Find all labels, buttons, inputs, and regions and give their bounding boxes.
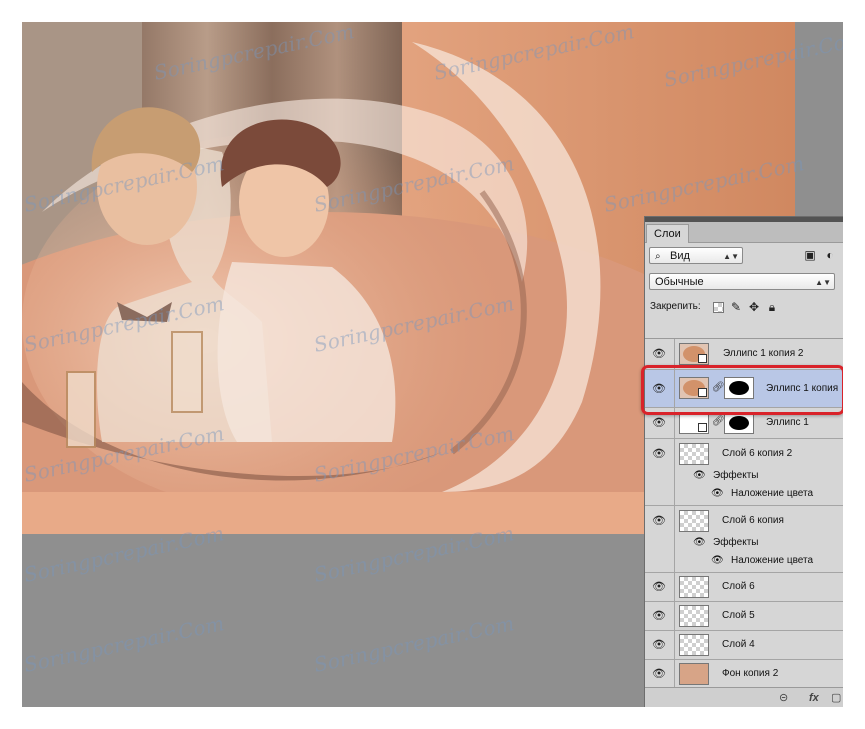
layer-row[interactable]: 👁︎ Слой 4 xyxy=(645,631,843,660)
vector-badge-icon xyxy=(698,354,707,363)
layer-thumbnail xyxy=(679,343,709,365)
layer-name: Слой 5 xyxy=(722,610,755,621)
watermark: Soringpcrepair.Com xyxy=(22,611,227,677)
layers-panel: Слои ⌕ Вид ▲▼ ▣ ◐ Обычные ▲▼ Закрепить: … xyxy=(644,216,843,707)
lock-all-icon[interactable]: 🔒︎ xyxy=(765,300,779,314)
divider xyxy=(674,660,675,688)
effects-label: Эффекты xyxy=(713,537,759,548)
eye-icon[interactable]: 👁︎ xyxy=(649,416,669,430)
layer-row[interactable]: 👁︎ Слой 6 копия 2 👁︎ Эффекты 👁︎ Наложени… xyxy=(645,439,843,506)
layer-name: Слой 6 копия xyxy=(722,515,784,526)
watermark: Soringpcrepair.Com xyxy=(311,611,517,677)
divider xyxy=(674,370,675,407)
eye-icon[interactable]: 👁︎ xyxy=(693,469,706,483)
eye-icon[interactable]: 👁︎ xyxy=(649,514,669,528)
divider xyxy=(674,408,675,438)
tab-layers[interactable]: Слои xyxy=(646,224,689,243)
layer-filter-select[interactable]: ⌕ Вид ▲▼ xyxy=(649,247,743,264)
eye-icon[interactable]: 👁︎ xyxy=(693,536,706,550)
eye-icon[interactable]: 👁︎ xyxy=(649,382,669,396)
blend-mode-select[interactable]: Обычные ▲▼ xyxy=(649,273,835,290)
eye-icon[interactable]: 👁︎ xyxy=(649,580,669,594)
vector-badge-icon xyxy=(698,423,707,432)
panel-tab-bar: Слои xyxy=(645,222,843,243)
mask-shape xyxy=(729,416,749,430)
layer-name: Слой 6 копия 2 xyxy=(722,448,793,459)
vector-badge-icon xyxy=(698,388,707,397)
effects-label: Эффекты xyxy=(713,470,759,481)
fx-icon[interactable]: fx xyxy=(809,690,819,706)
layer-name: Эллипс 1 копия xyxy=(766,383,839,394)
layer-row[interactable]: 👁︎ Слой 6 xyxy=(645,573,843,602)
effect-name: Наложение цвета xyxy=(731,555,814,566)
filter-label: Вид xyxy=(670,250,690,262)
layer-thumbnail xyxy=(679,605,709,627)
lock-row: Закрепить: ✎ ✥ 🔒︎ xyxy=(645,295,843,321)
eye-icon[interactable]: 👁︎ xyxy=(649,347,669,361)
divider xyxy=(674,573,675,601)
eye-icon[interactable]: 👁︎ xyxy=(711,554,724,568)
layer-thumbnail xyxy=(679,443,709,465)
layers-list: 👁︎ Эллипс 1 копия 2 👁︎ 🔗︎ Эллипс 1 копия… xyxy=(645,338,843,689)
link-icon[interactable]: 🔗︎ xyxy=(712,416,725,427)
lock-move-icon[interactable]: ✥ xyxy=(747,300,761,314)
layer-row[interactable]: 👁︎ Фон копия 2 xyxy=(645,660,843,689)
layer-thumbnail xyxy=(679,377,709,399)
mask-thumbnail[interactable] xyxy=(724,377,754,399)
divider xyxy=(674,506,675,572)
blend-row: Обычные ▲▼ xyxy=(645,269,843,295)
lock-transparent-icon[interactable] xyxy=(713,302,724,313)
panel-bottom-bar: ⊝ fx ▢ xyxy=(645,687,843,707)
image-filter-icon[interactable]: ▣ xyxy=(803,248,817,262)
search-icon: ⌕ xyxy=(655,251,661,262)
layer-row[interactable]: 👁︎ Слой 6 копия 👁︎ Эффекты 👁︎ Наложение … xyxy=(645,506,843,573)
divider xyxy=(674,439,675,505)
chevron-updown-icon: ▲▼ xyxy=(815,278,831,287)
eye-icon[interactable]: 👁︎ xyxy=(649,609,669,623)
chevron-updown-icon: ▲▼ xyxy=(723,252,739,261)
eye-icon[interactable]: 👁︎ xyxy=(649,667,669,681)
layer-row[interactable]: 👁︎ Эллипс 1 копия 2 xyxy=(645,339,843,370)
mask-shape xyxy=(729,381,749,395)
layer-name: Слой 4 xyxy=(722,639,755,650)
filter-row: ⌕ Вид ▲▼ ▣ ◐ xyxy=(645,243,843,269)
layer-row-selected[interactable]: 👁︎ 🔗︎ Эллипс 1 копия xyxy=(645,370,843,408)
mask-icon[interactable]: ▢ xyxy=(831,690,841,706)
layer-thumbnail xyxy=(679,576,709,598)
eye-icon[interactable]: 👁︎ xyxy=(711,487,724,501)
layer-thumbnail xyxy=(679,412,709,434)
lock-label: Закрепить: xyxy=(650,301,701,312)
layer-name: Слой 6 xyxy=(722,581,755,592)
layer-name: Фон копия 2 xyxy=(722,668,779,679)
workspace: Soringpcrepair.Com Soringpcrepair.Com So… xyxy=(22,22,843,707)
layer-row[interactable]: 👁︎ 🔗︎ Эллипс 1 xyxy=(645,408,843,439)
divider xyxy=(674,631,675,659)
lock-brush-icon[interactable]: ✎ xyxy=(729,300,743,314)
layer-row[interactable]: 👁︎ Слой 5 xyxy=(645,602,843,631)
link-icon[interactable]: 🔗︎ xyxy=(712,382,725,393)
divider xyxy=(674,602,675,630)
mask-thumbnail[interactable] xyxy=(724,412,754,434)
layer-thumbnail xyxy=(679,510,709,532)
layer-name: Эллипс 1 xyxy=(766,417,809,428)
blend-mode-label: Обычные xyxy=(655,276,704,288)
eye-icon[interactable]: 👁︎ xyxy=(649,638,669,652)
effect-name: Наложение цвета xyxy=(731,488,814,499)
divider xyxy=(674,339,675,369)
layer-thumbnail xyxy=(679,663,709,685)
layer-thumbnail xyxy=(679,634,709,656)
eye-icon[interactable]: 👁︎ xyxy=(649,447,669,461)
link-layers-icon[interactable]: ⊝ xyxy=(779,690,788,706)
adjust-filter-icon[interactable]: ◐ xyxy=(823,248,837,262)
layer-name: Эллипс 1 копия 2 xyxy=(723,348,804,359)
